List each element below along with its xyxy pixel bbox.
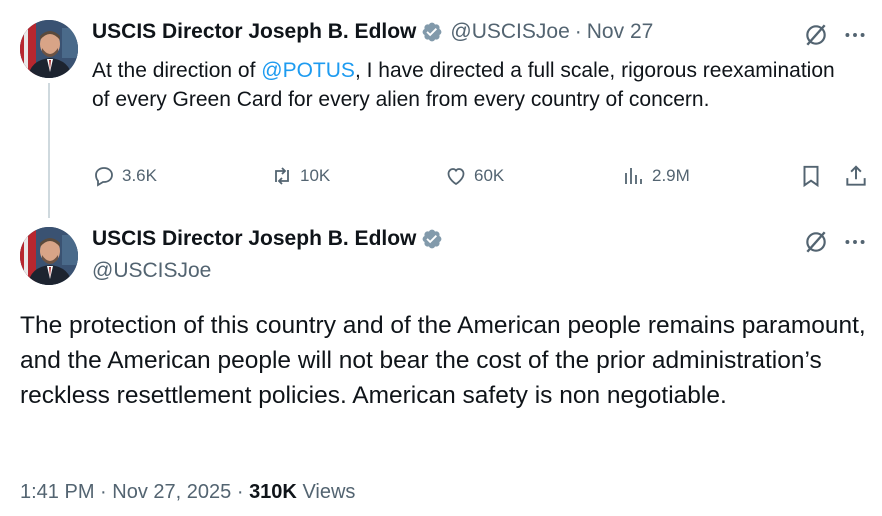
author-name[interactable]: USCIS Director Joseph B. Edlow: [92, 20, 416, 44]
reply-count: 3.6K: [122, 166, 157, 185]
grok-icon[interactable]: [803, 22, 829, 53]
separator-dot: ·: [100, 481, 107, 503]
repost-count: 10K: [300, 166, 331, 185]
thread-line: [48, 83, 50, 218]
views-button[interactable]: 2.9M: [622, 164, 690, 188]
tweet-time[interactable]: 1:41 PM: [20, 481, 94, 503]
reply-button[interactable]: 3.6K: [92, 164, 157, 188]
mention-link[interactable]: @POTUS: [261, 59, 355, 82]
tweet-date[interactable]: Nov 27: [587, 20, 654, 44]
views-icon: [625, 168, 642, 184]
like-count: 60K: [474, 166, 505, 185]
tweet-text: The protection of this country and of th…: [20, 312, 866, 409]
views-label: Views: [302, 481, 356, 503]
more-icon[interactable]: [842, 229, 868, 260]
author-handle[interactable]: @USCISJoe: [450, 20, 569, 44]
reply-icon: [95, 167, 113, 187]
avatar[interactable]: [20, 227, 78, 285]
bookmark-icon[interactable]: [798, 163, 824, 194]
like-icon: [447, 168, 465, 186]
repost-button[interactable]: 10K: [270, 164, 330, 188]
tweet-text-start: At the direction of: [92, 59, 262, 82]
tweet-full-date[interactable]: Nov 27, 2025: [112, 481, 231, 503]
views-total: 310K: [249, 481, 297, 503]
views-count: 2.9M: [652, 166, 690, 185]
grok-icon[interactable]: [803, 229, 829, 260]
share-icon[interactable]: [843, 163, 869, 194]
author-name[interactable]: USCIS Director Joseph B. Edlow: [92, 227, 416, 251]
tweet-text: At the direction of @POTUS, I have direc…: [92, 56, 852, 114]
separator-dot: ·: [236, 481, 244, 503]
verified-badge-icon: [423, 22, 442, 42]
repost-icon: [275, 167, 289, 185]
separator-dot: ·: [574, 20, 582, 43]
verified-badge-icon: [423, 229, 442, 249]
author-handle[interactable]: @USCISJoe: [92, 259, 211, 283]
tweet-meta: 1:41 PM · Nov 27, 2025 · 310K Views: [20, 481, 355, 504]
more-icon[interactable]: [842, 22, 868, 53]
avatar[interactable]: [20, 20, 78, 78]
like-button[interactable]: 60K: [444, 164, 504, 188]
